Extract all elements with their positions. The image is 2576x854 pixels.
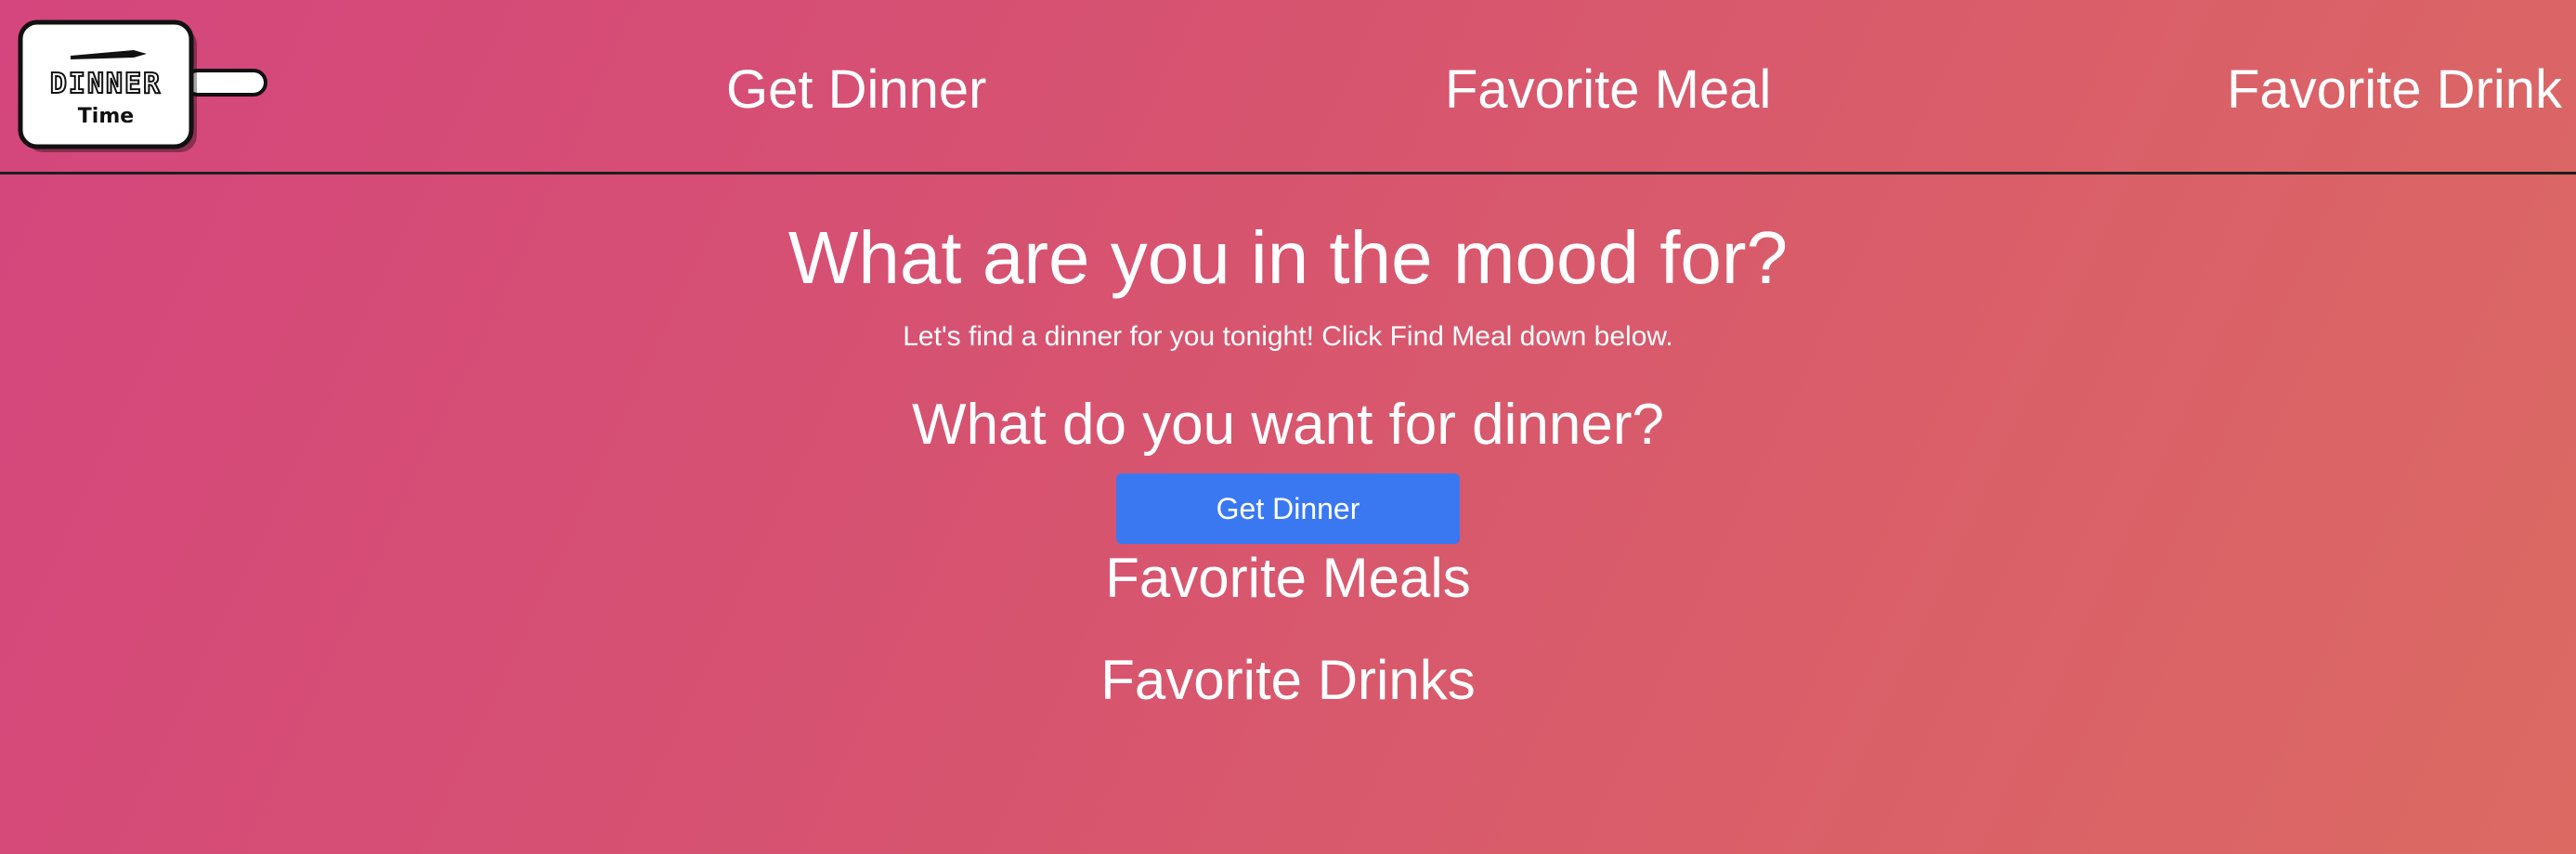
logo-line1: DINNER [50, 68, 162, 100]
get-dinner-button[interactable]: Get Dinner [1116, 473, 1460, 544]
nav-get-dinner[interactable]: Get Dinner [726, 54, 986, 126]
dinner-question: What do you want for dinner? [912, 393, 1664, 457]
navbar: DINNER Time Get Dinner Favorite Meal Fav… [0, 0, 2576, 175]
favorite-meals-heading: Favorite Meals [1105, 547, 1471, 609]
dinner-time-logo[interactable]: DINNER Time [17, 19, 269, 154]
page-headline: What are you in the mood for? [787, 216, 1789, 299]
page-subtitle: Let's find a dinner for you tonight! Cli… [903, 321, 1673, 352]
dinner-plate-pan-icon: DINNER Time [18, 19, 267, 152]
favorite-drinks-heading: Favorite Drinks [1100, 649, 1476, 711]
logo-line2: Time [78, 105, 134, 128]
nav-favorite-meal[interactable]: Favorite Meal [1445, 54, 1771, 126]
nav-favorite-drink[interactable]: Favorite Drink [2227, 54, 2562, 126]
